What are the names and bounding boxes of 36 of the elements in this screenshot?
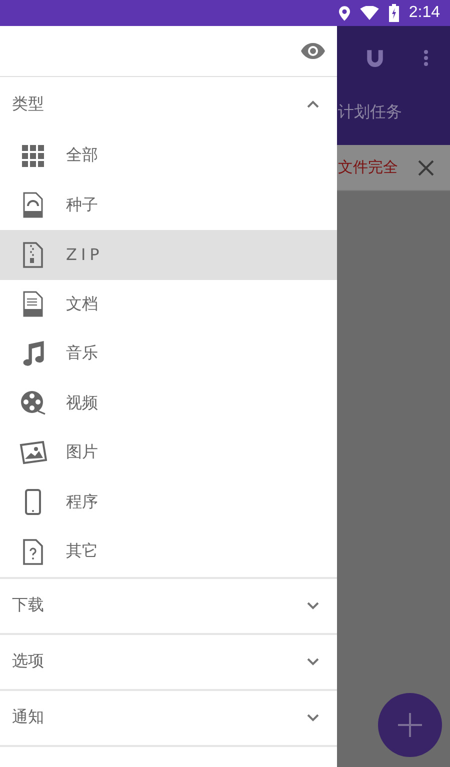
zip-file-icon: [23, 242, 43, 268]
more-icon[interactable]: [424, 50, 428, 66]
grid-icon: [22, 144, 44, 167]
magnet-icon[interactable]: [366, 49, 384, 67]
battery-icon: [388, 4, 399, 22]
chevron-icon: [307, 100, 319, 108]
photo-icon: [19, 440, 47, 465]
category-item[interactable]: 种子: [0, 180, 337, 230]
category-item[interactable]: 图片: [0, 428, 337, 478]
section-header[interactable]: 类型: [0, 77, 337, 131]
category-item[interactable]: 文档: [0, 280, 337, 329]
section-header[interactable]: 选项: [0, 634, 337, 688]
chevron-icon: [307, 658, 319, 666]
category-item[interactable]: 程序: [0, 478, 337, 527]
chevron-icon: [307, 602, 319, 610]
document-icon: [23, 291, 43, 318]
category-item[interactable]: 全部: [0, 131, 337, 180]
category-item[interactable]: 视频: [0, 378, 337, 428]
section-header[interactable]: 下载: [0, 578, 337, 632]
eye-icon[interactable]: [301, 43, 325, 59]
unknown-file-icon: [23, 538, 43, 565]
film-reel-icon: [20, 390, 46, 416]
location-icon: [338, 6, 350, 20]
wifi-icon: [360, 6, 379, 20]
notice-text: 文件完全: [338, 158, 398, 177]
app-tab[interactable]: 计划任务: [338, 102, 450, 123]
close-icon[interactable]: [418, 160, 434, 176]
category-item[interactable]: 音乐: [0, 329, 337, 378]
plus-icon: [398, 713, 422, 737]
category-item[interactable]: 其它: [0, 527, 337, 576]
section-header[interactable]: 通知: [0, 690, 337, 744]
torrent-file-icon: [23, 192, 43, 218]
category-item[interactable]: ZIP: [0, 230, 337, 280]
status-time: 2:14: [408, 4, 440, 22]
phone-icon: [25, 489, 41, 516]
chevron-icon: [307, 714, 319, 722]
